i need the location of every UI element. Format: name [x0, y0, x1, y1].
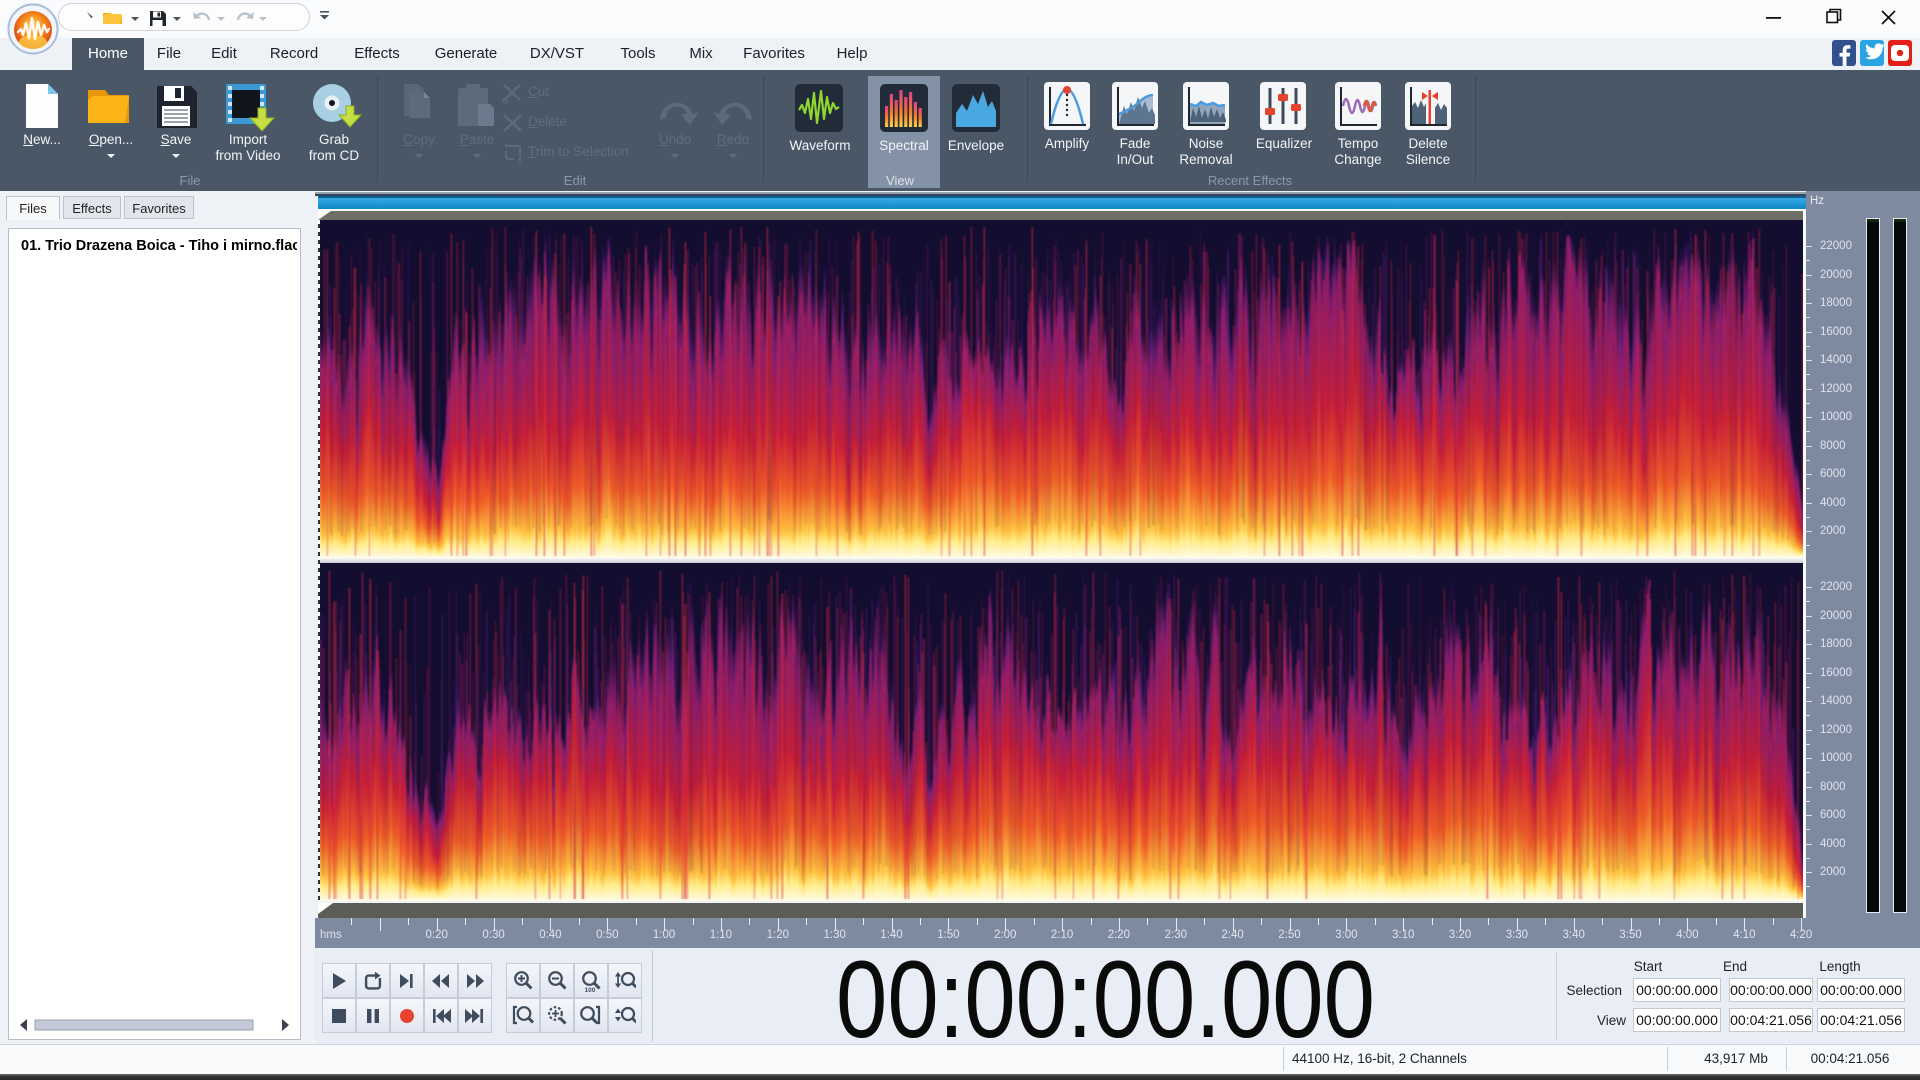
svg-text:100: 100	[585, 987, 596, 992]
